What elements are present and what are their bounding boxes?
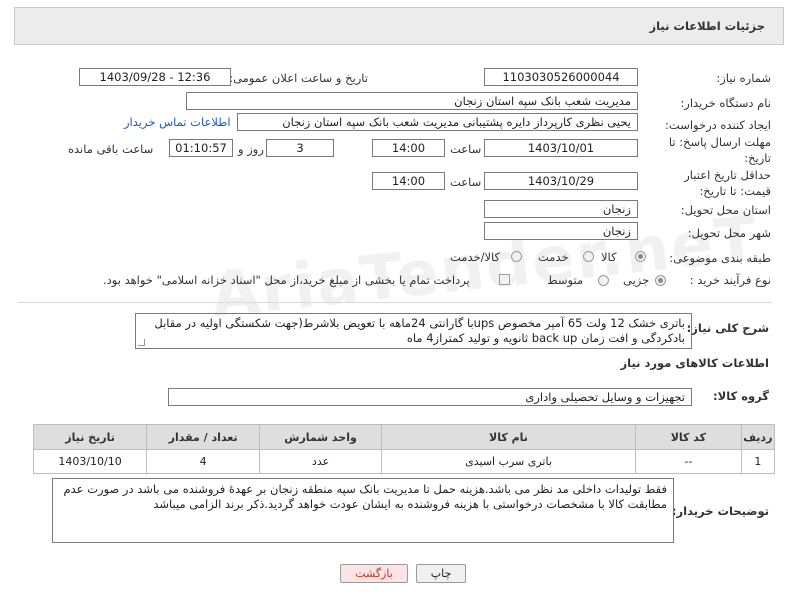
purchase-type-label: نوع فرآیند خرید : — [689, 273, 771, 287]
goods-code-cell: -- — [635, 449, 742, 474]
category-service-label: خدمت — [538, 250, 569, 264]
need-number-field: 1103030526000044 — [484, 68, 638, 86]
category-goods-service-radio[interactable] — [511, 251, 522, 262]
col-unit-header: واحد شمارش — [259, 424, 382, 450]
goods-name-cell: باتری سرب اسیدی — [380, 449, 637, 474]
need-date-cell: 1403/10/10 — [32, 449, 148, 474]
buyer-org-label: نام دستگاه خریدار: — [680, 96, 771, 110]
price-validity-label: حداقل تاریخ اعتبار قیمت: تا تاریخ: — [684, 168, 771, 198]
col-name-header: نام کالا — [380, 424, 637, 450]
category-goods-service-label: کالا/خدمت — [450, 250, 501, 264]
goods-table: ردیف کد کالا نام کالا واحد شمارش تعداد /… — [32, 424, 776, 474]
requester-field: یحیی نظری کارپرداز دایره پشتیبانی مدیریت… — [237, 113, 638, 131]
print-button[interactable]: چاپ — [416, 564, 466, 583]
goods-group-field: تجهیزات و وسایل تحصیلی واداری — [168, 388, 692, 406]
header-bar: جزئیات اطلاعات نیاز — [14, 7, 784, 45]
category-service-radio[interactable] — [583, 251, 594, 262]
announce-datetime-label: تاریخ و ساعت اعلان عمومی: — [229, 71, 368, 85]
days-label: روز و — [238, 142, 264, 156]
unit-cell: عدد — [259, 449, 382, 474]
buyer-notes-label: توضیحات خریدار: — [671, 504, 769, 518]
page-title: جزئیات اطلاعات نیاز — [649, 19, 765, 33]
resize-handle-icon[interactable] — [138, 339, 145, 346]
description-field: باتری خشک 12 ولت 65 آمپر مخصوص upsبا گار… — [135, 313, 692, 349]
reply-deadline-time: 14:00 — [372, 139, 445, 157]
category-goods-radio[interactable] — [635, 251, 646, 262]
remaining-time-label: ساعت باقی مانده — [68, 142, 154, 156]
goods-group-label: گروه کالا: — [713, 389, 769, 403]
quantity-cell: 4 — [146, 449, 261, 474]
price-validity-date: 1403/10/29 — [484, 172, 638, 190]
category-label: طبقه بندی موضوعی: — [669, 251, 771, 265]
purchase-medium-radio[interactable] — [598, 275, 609, 286]
remaining-time-field: 01:10:57 — [169, 139, 233, 157]
treasury-payment-checkbox[interactable] — [499, 274, 510, 285]
row-number-cell: 1 — [740, 449, 776, 474]
col-code-header: کد کالا — [635, 424, 742, 450]
back-button[interactable]: بازگشت — [340, 564, 408, 583]
reply-days-field: 3 — [266, 139, 334, 157]
purchase-partial-label: جزیی — [623, 273, 650, 287]
buyer-contact-link[interactable]: اطلاعات تماس خریدار — [124, 115, 231, 129]
description-label: شرح کلی نیاز: — [686, 321, 769, 335]
province-label: استان محل تحویل: — [680, 203, 771, 217]
buyer-org-field: مدیریت شعب بانک سپه استان زنجان — [186, 92, 638, 110]
purchase-medium-label: متوسط — [547, 273, 584, 287]
divider — [18, 302, 772, 303]
city-field: زنجان — [484, 222, 638, 240]
col-row-header: ردیف — [740, 424, 776, 450]
reply-deadline-label: مهلت ارسال پاسخ: تا تاریخ: — [668, 135, 771, 165]
table-header-row: ردیف کد کالا نام کالا واحد شمارش تعداد /… — [32, 424, 776, 450]
price-time-label: ساعت — [450, 175, 482, 189]
col-date-header: تاریخ نیاز — [32, 424, 148, 450]
buyer-notes-field: فقط تولیدات داخلی مد نظر می باشد.هزینه ح… — [52, 478, 674, 543]
announce-datetime-field: 1403/09/28 - 12:36 — [79, 68, 231, 86]
goods-info-title: اطلاعات کالاهای مورد نیاز — [620, 356, 769, 370]
table-row: 1 -- باتری سرب اسیدی عدد 4 1403/10/10 — [32, 449, 776, 474]
reply-time-label: ساعت — [450, 142, 482, 156]
col-quantity-header: تعداد / مقدار — [146, 424, 261, 450]
city-label: شهر محل تحویل: — [687, 226, 771, 240]
need-number-label: شماره نیاز: — [716, 71, 771, 85]
requester-label: ایجاد کننده درخواست: — [665, 118, 771, 132]
purchase-partial-radio[interactable] — [655, 275, 666, 286]
province-field: زنجان — [484, 200, 638, 218]
category-goods-label: کالا — [601, 250, 617, 264]
treasury-payment-note: پرداخت تمام یا بخشی از مبلغ خرید،از محل … — [103, 273, 470, 287]
reply-deadline-date: 1403/10/01 — [484, 139, 638, 157]
price-validity-time: 14:00 — [372, 172, 445, 190]
